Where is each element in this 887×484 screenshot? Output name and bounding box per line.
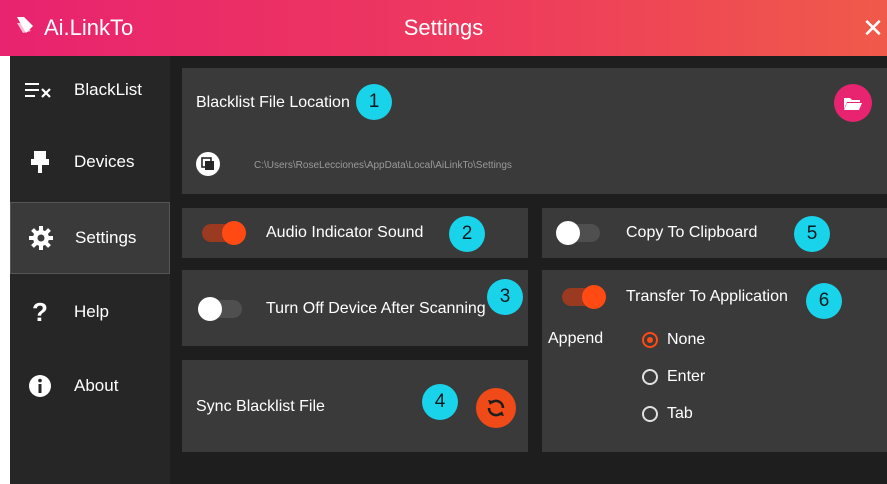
sidebar-item-settings[interactable]: Settings [10,202,170,274]
radio-option-enter[interactable]: Enter [642,368,705,386]
folder-open-icon[interactable] [834,84,872,122]
audio-indicator-panel: Audio Indicator Sound 2 [182,208,528,258]
device-icon [24,150,56,174]
sync-blacklist-label: Sync Blacklist File [196,398,325,415]
sync-icon[interactable] [476,388,516,428]
sidebar-item-about[interactable]: About [10,352,170,420]
toggle-knob [582,285,606,309]
turn-off-device-toggle[interactable] [198,297,242,321]
transfer-application-panel: Transfer To Application 6 Append None En… [542,270,887,452]
question-icon: ? [32,296,48,327]
turn-off-device-panel: Turn Off Device After Scanning 3 [182,270,528,346]
sidebar-item-label: About [74,376,119,395]
radio-button[interactable] [642,406,658,422]
toggle-knob [222,221,246,245]
blacklist-path: C:\Users\RoseLecciones\AppData\Local\AiL… [254,160,512,171]
sidebar-item-label: Devices [74,152,135,171]
transfer-application-toggle[interactable] [562,285,606,309]
transfer-application-label: Transfer To Application [626,288,788,305]
sidebar-item-label: Settings [75,228,137,247]
append-label: Append [548,330,604,347]
gear-icon [25,225,57,251]
sidebar-item-devices[interactable]: Devices [10,128,170,196]
radio-button[interactable] [642,369,658,385]
sidebar: BlackList Devices Settings ? Help About [10,56,170,484]
radio-label: None [667,331,706,348]
radio-button[interactable] [642,332,658,348]
sync-blacklist-panel: Sync Blacklist File 4 [182,360,528,452]
window-title: Settings [403,15,484,40]
badge-3: 3 [487,279,523,315]
blacklist-location-label: Blacklist File Location [196,94,350,111]
badge-2: 2 [449,216,485,252]
copy-icon[interactable] [196,152,220,176]
badge-1: 1 [356,84,392,120]
audio-indicator-label: Audio Indicator Sound [266,224,424,241]
copy-clipboard-toggle[interactable] [556,221,600,245]
app-body: BlackList Devices Settings ? Help About … [10,56,887,484]
toggle-knob [556,221,580,245]
radio-option-none[interactable]: None [642,331,705,349]
copy-clipboard-label: Copy To Clipboard [626,224,758,241]
audio-indicator-toggle[interactable] [202,221,246,245]
radio-label: Enter [667,368,706,385]
radio-option-tab[interactable]: Tab [642,405,693,423]
badge-5: 5 [794,216,830,252]
badge-6: 6 [806,283,842,319]
badge-4: 4 [422,384,458,420]
blacklist-icon [24,80,56,100]
sidebar-item-label: Help [74,302,109,321]
sidebar-item-label: BlackList [74,80,143,99]
blacklist-location-panel: Blacklist File Location 1 C:\Users\RoseL… [182,68,887,194]
turn-off-device-label: Turn Off Device After Scanning [266,300,486,317]
settings-content: Blacklist File Location 1 C:\Users\RoseL… [170,56,887,484]
copy-clipboard-panel: Copy To Clipboard 5 [542,208,887,258]
sidebar-item-blacklist[interactable]: BlackList [10,56,170,124]
radio-label: Tab [667,405,693,422]
info-icon [24,374,56,398]
close-icon[interactable]: ✕ [859,0,887,56]
toggle-knob [198,297,222,321]
title-bar: Ai.LinkTo Settings ✕ [0,0,887,56]
sidebar-item-help[interactable]: ? Help [10,278,170,346]
